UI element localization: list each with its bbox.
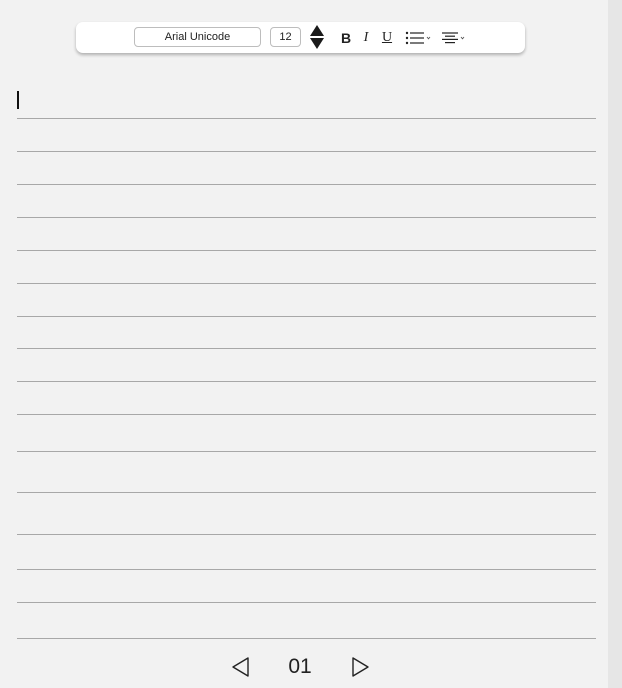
- ruled-line: [17, 602, 596, 603]
- triangle-down-icon[interactable]: [310, 38, 324, 49]
- bulleted-list-icon[interactable]: [405, 31, 435, 45]
- ruled-line: [17, 316, 596, 317]
- page-navigation: 01: [0, 650, 608, 684]
- ruled-line: [17, 250, 596, 251]
- ruled-line: [17, 451, 596, 452]
- scrollbar-track[interactable]: [608, 0, 622, 688]
- ruled-line: [17, 381, 596, 382]
- font-size-stepper[interactable]: [309, 25, 325, 51]
- ruled-line: [17, 217, 596, 218]
- font-size-field[interactable]: 12: [270, 27, 301, 47]
- page-number: 01: [288, 655, 312, 678]
- ruled-line: [17, 283, 596, 284]
- triangle-right-icon[interactable]: [350, 656, 370, 678]
- formatting-toolbar: Arial Unicode 12 B I U: [76, 22, 525, 53]
- ruled-line: [17, 348, 596, 349]
- ruled-line: [17, 184, 596, 185]
- ruled-line: [17, 569, 596, 570]
- ruled-line: [17, 151, 596, 152]
- ruled-line: [17, 534, 596, 535]
- text-cursor: [17, 91, 19, 109]
- ruled-line: [17, 638, 596, 639]
- underline-button[interactable]: U: [380, 29, 394, 47]
- triangle-up-icon[interactable]: [310, 25, 324, 36]
- ruled-line: [17, 492, 596, 493]
- align-center-icon[interactable]: [442, 31, 468, 45]
- font-family-select[interactable]: Arial Unicode: [134, 27, 261, 47]
- italic-button[interactable]: I: [359, 29, 373, 47]
- ruled-line: [17, 118, 596, 119]
- bold-button[interactable]: B: [338, 29, 354, 47]
- ruled-line: [17, 414, 596, 415]
- triangle-left-icon[interactable]: [231, 656, 251, 678]
